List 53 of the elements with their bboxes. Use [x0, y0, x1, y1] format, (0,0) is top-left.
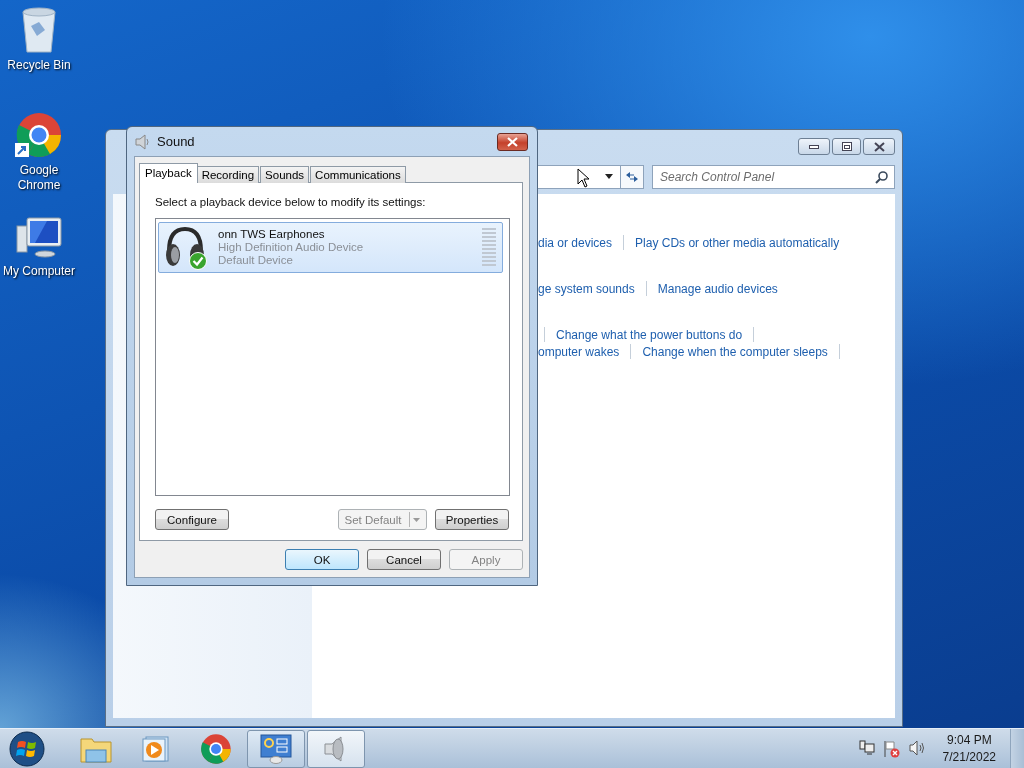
desktop-icon-label[interactable]: Google Chrome — [2, 163, 76, 193]
close-button[interactable] — [863, 138, 895, 155]
chrome-icon — [200, 732, 232, 765]
settings-link[interactable]: Play CDs or other media automatically — [635, 235, 840, 250]
button[interactable]: Properties — [435, 509, 509, 530]
close-button[interactable] — [497, 132, 528, 151]
start-button[interactable] — [7, 729, 47, 768]
maximize-button[interactable] — [832, 138, 861, 155]
tab[interactable]: Sounds — [260, 166, 310, 183]
tab[interactable]: Recording — [196, 166, 260, 183]
tab[interactable]: Playback — [139, 163, 198, 183]
settings-link[interactable]: dia or devices — [538, 235, 613, 250]
chrome-icon — [15, 111, 63, 159]
dropdown-arrow-icon — [605, 174, 613, 179]
taskbar-button[interactable] — [307, 729, 365, 768]
close-icon — [873, 141, 885, 152]
desktop-icon-label[interactable]: Recycle Bin — [2, 58, 76, 73]
restore-icon — [841, 142, 852, 151]
computer-icon — [15, 216, 63, 260]
settings-link[interactable]: ge system sounds — [538, 281, 635, 296]
control-panel-icon — [260, 733, 292, 764]
device-status: Default Device — [218, 254, 294, 267]
network-icon[interactable] — [858, 739, 875, 756]
minimize-button[interactable] — [798, 138, 830, 155]
taskbar-button[interactable] — [247, 729, 305, 768]
clock[interactable]: 9:04 PM 7/21/2022 — [942, 731, 996, 766]
settings-link[interactable]: Change what the power buttons do — [556, 327, 743, 342]
refresh-button[interactable] — [620, 164, 644, 189]
volume-icon[interactable] — [908, 739, 927, 756]
button[interactable]: OK — [285, 549, 359, 570]
instruction-text: Select a playback device below to modify its settings: — [155, 196, 427, 210]
recycle-bin-icon — [19, 6, 59, 54]
search-icon — [875, 170, 888, 184]
caret-icon — [413, 517, 421, 522]
button[interactable]: Configure — [155, 509, 229, 530]
search-field[interactable]: Search Control Panel — [652, 164, 895, 189]
device-item[interactable]: onn TWS Earphones High Definition Audio Device Default Device — [158, 222, 503, 273]
flag-icon[interactable] — [882, 739, 901, 758]
button[interactable]: Cancel — [367, 549, 441, 570]
settings-link[interactable]: Change when the computer sleeps — [642, 344, 828, 359]
refresh-icon — [625, 170, 639, 183]
windows-orb-icon — [9, 730, 45, 767]
minimize-icon — [809, 144, 819, 149]
settings-link[interactable]: Manage audio devices — [657, 281, 778, 296]
desktop-icon-label[interactable]: My Computer — [2, 264, 76, 279]
dialog-title: Sound — [157, 134, 196, 149]
device-description: High Definition Audio Device — [218, 241, 365, 254]
tab[interactable]: Communications — [310, 166, 406, 183]
device-name: onn TWS Earphones — [218, 228, 326, 241]
close-icon — [507, 136, 518, 147]
media-player-icon — [142, 734, 170, 763]
speaker-icon — [135, 133, 151, 150]
settings-link[interactable]: omputer wakes — [538, 344, 620, 359]
